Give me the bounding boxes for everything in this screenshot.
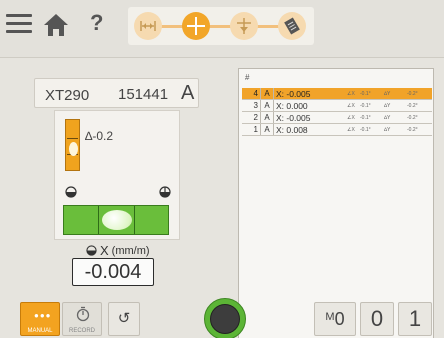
cell-divider [273,100,274,111]
row-x-value: X: 0.008 [276,125,308,135]
cell-divider [260,124,261,135]
row-index: 4 [253,89,258,98]
row-angle-y-value: -0.2° [407,115,418,121]
record-label: RECORD [68,328,95,334]
table-row[interactable]: 3 A X: 0.000 ∠X -0.1° ∆Y -0.2° [242,100,432,112]
adjust-step[interactable] [230,12,258,40]
measure-step[interactable] [182,12,210,40]
row-angle-x-value: -0.1° [360,91,371,97]
vertical-delta: ∆-0.2 [85,129,114,143]
row-angle-y-label: ∆Y [384,91,391,97]
row-index: 3 [253,101,258,110]
row-angle-y-value: -0.2° [407,91,418,97]
horizontal-tick [98,206,99,234]
row-letter: A [264,125,270,134]
help-button[interactable]: ? [90,10,103,36]
row-angle-x-value: -0.1° [360,127,371,133]
undo-button[interactable]: ↺ [108,302,140,336]
row-angle-x-label: ∠X [347,115,355,121]
memory-value: 0 [334,309,345,329]
horizontal-level-bar [63,205,169,235]
undo-icon: ↺ [117,310,131,327]
level-panel: ∆-0.2 [54,110,180,240]
record-button[interactable]: RECORD [62,302,102,336]
menu-icon[interactable] [6,14,32,36]
row-angle-y-label: ∆Y [384,103,391,109]
counter-b-value: 1 [408,306,422,331]
distance-step[interactable] [134,12,162,40]
workflow-steps [128,7,314,45]
memory-icon: M [325,311,335,323]
row-letter: A [264,113,270,122]
cell-divider [260,88,261,99]
timer-icon [76,306,90,322]
horizontal-bubble [102,210,132,230]
counter-b[interactable]: 1 [398,302,432,336]
measurement-value: -0.004 [72,258,154,286]
unit-text: (mm/m) [111,244,150,257]
row-angle-x-label: ∠X [347,127,355,133]
report-step[interactable] [278,12,306,40]
row-angle-y-label: ∆Y [384,127,391,133]
top-toolbar: ? [0,0,444,58]
table-row[interactable]: 4 A X: -0.005 ∠X -0.1° ∆Y -0.2° [242,88,432,100]
counter-a[interactable]: 0 [360,302,394,336]
vertical-tick [67,138,78,139]
unit-axis: X [100,243,109,258]
sensor-model: XT290 [45,87,90,104]
right-side-icon [159,186,171,198]
row-x-value: X: 0.000 [276,101,308,111]
report-icon [284,17,300,35]
vertical-bubble [69,142,78,156]
cell-divider [273,112,274,123]
row-angle-x-label: ∠X [347,91,355,97]
row-angle-y-value: -0.2° [407,103,418,109]
row-letter: A [264,101,270,110]
bottom-bar: ●●● MANUAL RECORD ↺ M0 0 1 [0,296,444,338]
row-x-value: X: -0.005 [276,113,311,123]
table-rows: 4 A X: -0.005 ∠X -0.1° ∆Y -0.2° 3 A X: 0.000 ∠X -0.… [242,88,432,136]
row-angle-x-value: -0.1° [360,103,371,109]
sensor-unit-letter: A [181,82,195,104]
measure-button-core [210,304,240,334]
unit-label: X (mm/m) [86,243,150,258]
row-x-value: X: -0.005 [276,89,311,99]
row-letter: A [264,89,270,98]
home-icon[interactable] [42,11,70,39]
horizontal-tick [134,206,135,234]
measure-button[interactable] [204,298,246,338]
cell-divider [273,88,274,99]
row-angle-y-value: -0.2° [407,127,418,133]
table-row[interactable]: 1 A X: 0.008 ∠X -0.1° ∆Y -0.2° [242,124,432,136]
memory-counter[interactable]: M0 [314,302,356,336]
cell-divider [273,124,274,135]
distance-icon [140,21,156,31]
table-header: # [245,73,250,82]
adjust-icon [237,18,251,34]
row-index: 2 [253,113,258,122]
left-side-icon [65,186,77,198]
cell-divider [260,112,261,123]
crosshair-icon [187,17,205,35]
counter-a-value: 0 [370,306,384,331]
row-angle-x-label: ∠X [347,103,355,109]
side-icon [86,245,97,256]
vertical-level-bar [65,119,80,171]
sensor-card[interactable]: XT290 151441 A [34,78,199,108]
row-angle-y-label: ∆Y [384,115,391,121]
cell-divider [260,100,261,111]
table-row[interactable]: 2 A X: -0.005 ∠X -0.1° ∆Y -0.2° [242,112,432,124]
manual-icon: ●●● [34,311,52,320]
manual-button[interactable]: ●●● MANUAL [20,302,60,336]
manual-label: MANUAL [27,328,53,334]
row-angle-x-value: -0.1° [360,115,371,121]
row-index: 1 [253,125,258,134]
sensor-serial: 151441 [118,86,169,103]
